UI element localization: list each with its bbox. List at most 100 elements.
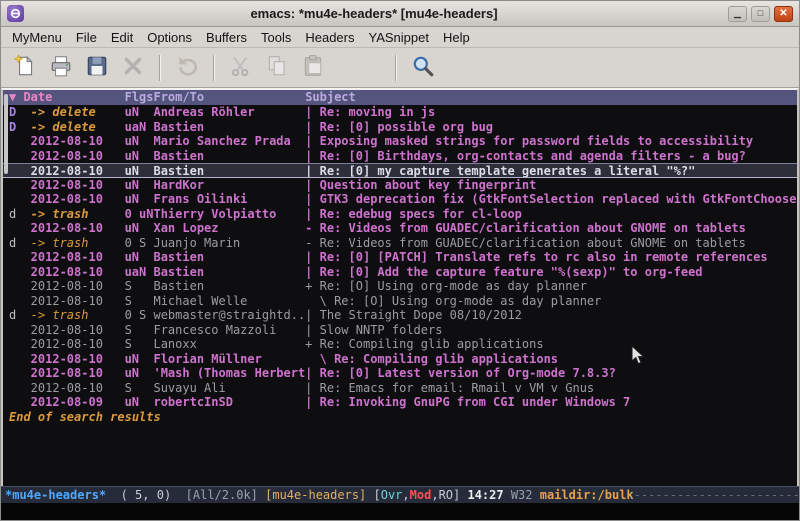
menu-edit[interactable]: Edit (104, 28, 140, 47)
column-header-from[interactable]: From/To (153, 90, 305, 105)
modeline-segment: *mu4e-headers* (5, 488, 106, 502)
message-row[interactable]: 2012-08-10 S Bastien + Re: [O] Using org… (3, 279, 797, 294)
message-from: Michael Welle (153, 294, 305, 309)
message-mark (9, 323, 31, 338)
message-subject: | Slow NNTP folders (305, 323, 797, 338)
message-date: 2012-08-10 (31, 352, 125, 367)
message-flags: uN (125, 395, 154, 410)
menu-buffers[interactable]: Buffers (199, 28, 254, 47)
minimize-icon: ▁ (734, 9, 741, 18)
menu-tools[interactable]: Tools (254, 28, 298, 47)
message-row[interactable]: 2012-08-09 uN robertcInSD | Re: Invoking… (3, 395, 797, 410)
message-from: webmaster@straightd... (153, 308, 305, 323)
print-button[interactable] (45, 52, 77, 84)
search-icon (411, 54, 435, 81)
message-flags: uN (125, 149, 154, 164)
message-row[interactable]: D -> delete uaN Bastien | Re: [0] possib… (3, 120, 797, 135)
undo-icon (175, 54, 199, 81)
scrollbar-thumb[interactable] (4, 94, 8, 174)
menu-help[interactable]: Help (436, 28, 477, 47)
emacs-icon (7, 5, 24, 22)
menu-bar: MyMenuFileEditOptionsBuffersToolsHeaders… (1, 27, 799, 48)
menu-yasnippet[interactable]: YASnippet (361, 28, 435, 47)
message-subject: | The Straight Dope 08/10/2012 (305, 308, 797, 323)
message-date: 2012-08-10 (31, 221, 125, 236)
menu-options[interactable]: Options (140, 28, 199, 47)
message-date: -> trash (31, 308, 125, 323)
message-row[interactable]: 2012-08-10 uN Bastien | Re: [0] my captu… (3, 163, 797, 178)
message-row[interactable]: 2012-08-10 uaN Bastien | Re: [0] Add the… (3, 265, 797, 280)
message-flags: S (125, 337, 154, 352)
message-flags: uaN (125, 265, 154, 280)
toolbar-separator (395, 55, 397, 81)
column-header-flags[interactable]: Flgs (125, 90, 154, 105)
message-from: HardKor (153, 178, 305, 193)
message-flags: uaN (125, 120, 154, 135)
column-header-line[interactable]: ▼ Date Flgs From/To Subject (3, 90, 797, 105)
message-row[interactable]: D -> delete uN Andreas Röhler | Re: movi… (3, 105, 797, 120)
close-button[interactable]: ✕ (774, 6, 793, 22)
message-row[interactable]: 2012-08-10 uN 'Mash (Thomas Herbert) | R… (3, 366, 797, 381)
minimize-button[interactable]: ▁ (728, 6, 747, 22)
column-header-date[interactable]: ▼ Date (9, 90, 125, 105)
new-file-button[interactable] (9, 52, 41, 84)
message-from: Bastien (153, 164, 305, 177)
message-mark: d (9, 236, 31, 251)
toolbar-separator (159, 55, 161, 81)
message-date: 2012-08-10 (31, 192, 125, 207)
message-row[interactable]: 2012-08-10 uN Mario Sanchez Prada | Expo… (3, 134, 797, 149)
echo-area[interactable] (1, 503, 799, 520)
undo-button (171, 52, 203, 84)
modeline: *mu4e-headers* ( 5, 0) [All/2.0k] [mu4e-… (1, 486, 799, 503)
modeline-segment: Mod (410, 488, 432, 502)
message-flags: uN (125, 221, 154, 236)
message-row[interactable]: 2012-08-10 S Francesco Mazzoli | Slow NN… (3, 323, 797, 338)
message-row[interactable]: 2012-08-10 S Lanoxx + Re: Compiling glib… (3, 337, 797, 352)
print-icon (49, 54, 73, 81)
column-header-subject[interactable]: Subject (305, 90, 797, 105)
message-flags: 0 S (125, 236, 154, 251)
message-row[interactable]: 2012-08-10 uN Bastien | Re: [0] [PATCH] … (3, 250, 797, 265)
message-row[interactable]: 2012-08-10 uN Florian Müllner \ Re: Comp… (3, 352, 797, 367)
message-subject: | Exposing masked strings for password f… (305, 134, 797, 149)
message-date: -> trash (31, 236, 125, 251)
message-subject: | Re: edebug specs for cl-loop (305, 207, 797, 222)
copy-icon (265, 54, 289, 81)
message-row[interactable]: 2012-08-10 uN Xan Lopez - Re: Videos fro… (3, 221, 797, 236)
headers-buffer[interactable]: ▼ Date Flgs From/To Subject D -> delete … (1, 88, 799, 486)
message-from: Thierry Volpiatto (153, 207, 305, 222)
menu-mymenu[interactable]: MyMenu (5, 28, 69, 47)
message-date: 2012-08-10 (31, 164, 125, 177)
message-row[interactable]: d -> trash 0 S webmaster@straightd... | … (3, 308, 797, 323)
message-row[interactable]: d -> trash 0 uN Thierry Volpiatto | Re: … (3, 207, 797, 222)
save-button[interactable] (81, 52, 113, 84)
message-mark (9, 366, 31, 381)
message-subject: + Re: Compiling glib applications (305, 337, 797, 352)
message-row[interactable]: 2012-08-10 uN Bastien | Re: [0] Birthday… (3, 149, 797, 164)
message-row[interactable]: 2012-08-10 uN Frans Oilinki | GTK3 depre… (3, 192, 797, 207)
message-from: Bastien (153, 149, 305, 164)
message-subject: - Re: Videos from GUADEC/clarification a… (305, 236, 797, 251)
message-flags: uN (125, 178, 154, 193)
message-from: Bastien (153, 120, 305, 135)
message-subject: | Re: Invoking GnuPG from CGI under Wind… (305, 395, 797, 410)
message-row[interactable]: d -> trash 0 S Juanjo Marin - Re: Videos… (3, 236, 797, 251)
end-of-results-text: End of search results (3, 410, 797, 425)
message-row[interactable]: 2012-08-10 S Michael Welle \ Re: [O] Usi… (3, 294, 797, 309)
message-row[interactable]: 2012-08-10 uN HardKor | Question about k… (3, 178, 797, 193)
close-buffer-icon (121, 54, 145, 81)
search-button[interactable] (407, 52, 439, 84)
message-date: -> delete (31, 105, 125, 120)
menu-headers[interactable]: Headers (298, 28, 361, 47)
menu-file[interactable]: File (69, 28, 104, 47)
message-from: Andreas Röhler (153, 105, 305, 120)
message-subject: + Re: [O] Using org-mode as day planner (305, 279, 797, 294)
message-row[interactable]: 2012-08-10 S Suvayu Ali | Re: Emacs for … (3, 381, 797, 396)
window-controls: ▁ □✕ (724, 6, 793, 22)
maximize-button[interactable]: □ (751, 6, 770, 22)
save-icon (85, 54, 109, 81)
title-bar[interactable]: emacs: *mu4e-headers* [mu4e-headers] ▁□✕ (1, 1, 799, 27)
message-from: Juanjo Marin (153, 236, 305, 251)
message-subject: | Re: [0] my capture template generates … (305, 164, 797, 177)
emacs-window: emacs: *mu4e-headers* [mu4e-headers] ▁□✕… (0, 0, 800, 521)
